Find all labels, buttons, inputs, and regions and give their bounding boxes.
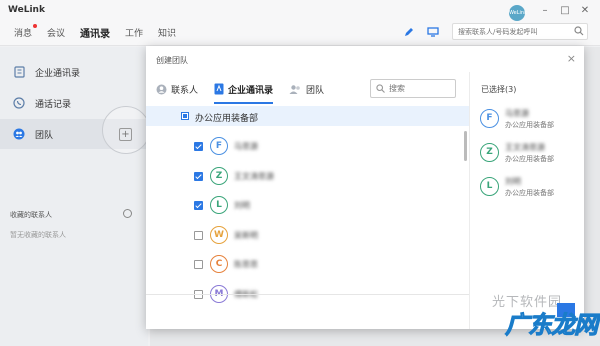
title-bar: WeLink 消息 会议 通讯录 工作 知识 WeLink – □ ✕ bbox=[0, 0, 600, 46]
selected-name: 刘明 bbox=[505, 177, 521, 186]
selected-item[interactable]: Z 王文涛思源办公应用装备部 bbox=[480, 141, 580, 171]
member-row[interactable]: C 陈思思 bbox=[146, 253, 469, 275]
selected-count-title: 已选择(3) bbox=[481, 85, 517, 94]
maximize-button[interactable]: □ bbox=[558, 4, 572, 18]
member-row[interactable]: F 马思源 bbox=[146, 135, 469, 157]
sidebar-item-directory[interactable]: 企业通讯录 bbox=[0, 57, 148, 87]
sidebar-item-label: 通话记录 bbox=[35, 99, 72, 110]
minimize-button[interactable]: – bbox=[538, 4, 552, 18]
tab-enterprise-directory[interactable]: 企业通讯录 bbox=[214, 80, 274, 104]
pen-icon[interactable] bbox=[400, 24, 418, 40]
tab-label: 团队 bbox=[306, 85, 325, 96]
list-scrollbar[interactable] bbox=[464, 131, 467, 161]
dialog-close-button[interactable]: × bbox=[567, 52, 576, 65]
department-checkbox[interactable] bbox=[181, 112, 189, 120]
dialog-search[interactable] bbox=[370, 79, 456, 98]
nav-item[interactable]: 知识 bbox=[158, 26, 176, 40]
app-title: WeLink bbox=[8, 5, 45, 15]
list-bottom-divider bbox=[146, 294, 470, 295]
member-checkbox[interactable] bbox=[194, 171, 203, 181]
dialog-title: 创建团队 bbox=[156, 56, 188, 65]
dialog-tabs: 联系人 企业通讯录 团队 bbox=[156, 80, 340, 104]
selected-avatar: Z bbox=[480, 143, 499, 162]
member-avatar: Z bbox=[210, 166, 228, 185]
nav-item[interactable]: 工作 bbox=[125, 26, 143, 40]
contact-icon bbox=[156, 84, 167, 94]
top-search[interactable] bbox=[452, 23, 588, 40]
search-icon[interactable] bbox=[574, 26, 584, 39]
member-avatar: W bbox=[210, 225, 228, 244]
tab-team[interactable]: 团队 bbox=[289, 80, 324, 98]
directory-icon bbox=[13, 66, 25, 78]
sidebar-item-label: 团队 bbox=[35, 130, 54, 141]
member-avatar: C bbox=[210, 255, 228, 273]
selected-name: 王文涛思源 bbox=[505, 143, 545, 152]
main-nav: 消息 会议 通讯录 工作 知识 bbox=[14, 24, 176, 40]
selected-name: 马思源 bbox=[505, 109, 529, 118]
member-name: 刘明 bbox=[234, 201, 250, 210]
selected-avatar: L bbox=[480, 177, 499, 196]
user-avatar[interactable]: WeLink bbox=[509, 5, 527, 21]
member-avatar: F bbox=[210, 137, 228, 155]
unread-badge bbox=[33, 24, 38, 28]
search-icon bbox=[376, 84, 385, 96]
member-row[interactable]: W 吴新明 bbox=[146, 224, 469, 246]
selected-item[interactable]: F 马思源办公应用装备部 bbox=[480, 107, 580, 137]
selected-item[interactable]: L 刘明办公应用装备部 bbox=[480, 175, 580, 205]
member-name: 马思源 bbox=[234, 142, 258, 151]
create-team-dialog: 创建团队 × 联系人 企业通讯录 团队 办公应用装备部 F马思源Z王文涛思源L刘… bbox=[146, 46, 584, 329]
close-window-button[interactable]: ✕ bbox=[578, 4, 592, 18]
watermark-logo: 广东龙网 bbox=[505, 311, 599, 340]
tab-label: 企业通讯录 bbox=[228, 85, 274, 96]
sidebar: 企业通讯录 通话记录 团队 收藏的联系人 暂无收藏的联系人 bbox=[0, 47, 148, 346]
selected-department: 办公应用装备部 bbox=[505, 121, 554, 129]
member-name: 王文涛思源 bbox=[234, 171, 274, 181]
dialog-search-input[interactable] bbox=[389, 82, 453, 95]
favorites-empty-text: 暂无收藏的联系人 bbox=[10, 231, 66, 239]
favorites-title: 收藏的联系人 bbox=[10, 211, 52, 219]
top-search-input[interactable] bbox=[453, 24, 565, 39]
department-name: 办公应用装备部 bbox=[195, 114, 259, 124]
selected-avatar: F bbox=[480, 109, 499, 128]
screen-icon[interactable] bbox=[424, 24, 442, 40]
phone-icon bbox=[13, 97, 25, 109]
tab-label: 联系人 bbox=[171, 85, 199, 96]
member-checkbox[interactable] bbox=[194, 201, 203, 210]
member-avatar: L bbox=[210, 196, 228, 214]
member-row[interactable]: Z 王文涛思源 bbox=[146, 165, 469, 187]
department-row[interactable]: 办公应用装备部 bbox=[146, 106, 469, 126]
team-icon bbox=[13, 128, 25, 140]
tab-contacts[interactable]: 联系人 bbox=[156, 80, 198, 98]
team-icon bbox=[289, 84, 300, 94]
member-name: 吴新明 bbox=[234, 230, 258, 240]
selected-department: 办公应用装备部 bbox=[505, 155, 554, 163]
nav-item[interactable]: 会议 bbox=[47, 26, 65, 40]
member-row[interactable]: L 刘明 bbox=[146, 194, 469, 216]
selected-department: 办公应用装备部 bbox=[505, 189, 554, 197]
member-checkbox[interactable] bbox=[194, 260, 203, 269]
panel-divider bbox=[469, 72, 470, 329]
member-checkbox[interactable] bbox=[194, 142, 203, 151]
nav-item[interactable]: 消息 bbox=[14, 24, 38, 40]
directory-icon bbox=[214, 83, 224, 95]
nav-item[interactable]: 通讯录 bbox=[80, 25, 110, 40]
add-team-button[interactable]: + bbox=[119, 128, 132, 141]
member-name: 陈思思 bbox=[234, 260, 258, 269]
member-checkbox[interactable] bbox=[194, 230, 203, 240]
sidebar-item-label: 企业通讯录 bbox=[35, 68, 81, 79]
favorites-settings-icon[interactable] bbox=[123, 209, 132, 218]
